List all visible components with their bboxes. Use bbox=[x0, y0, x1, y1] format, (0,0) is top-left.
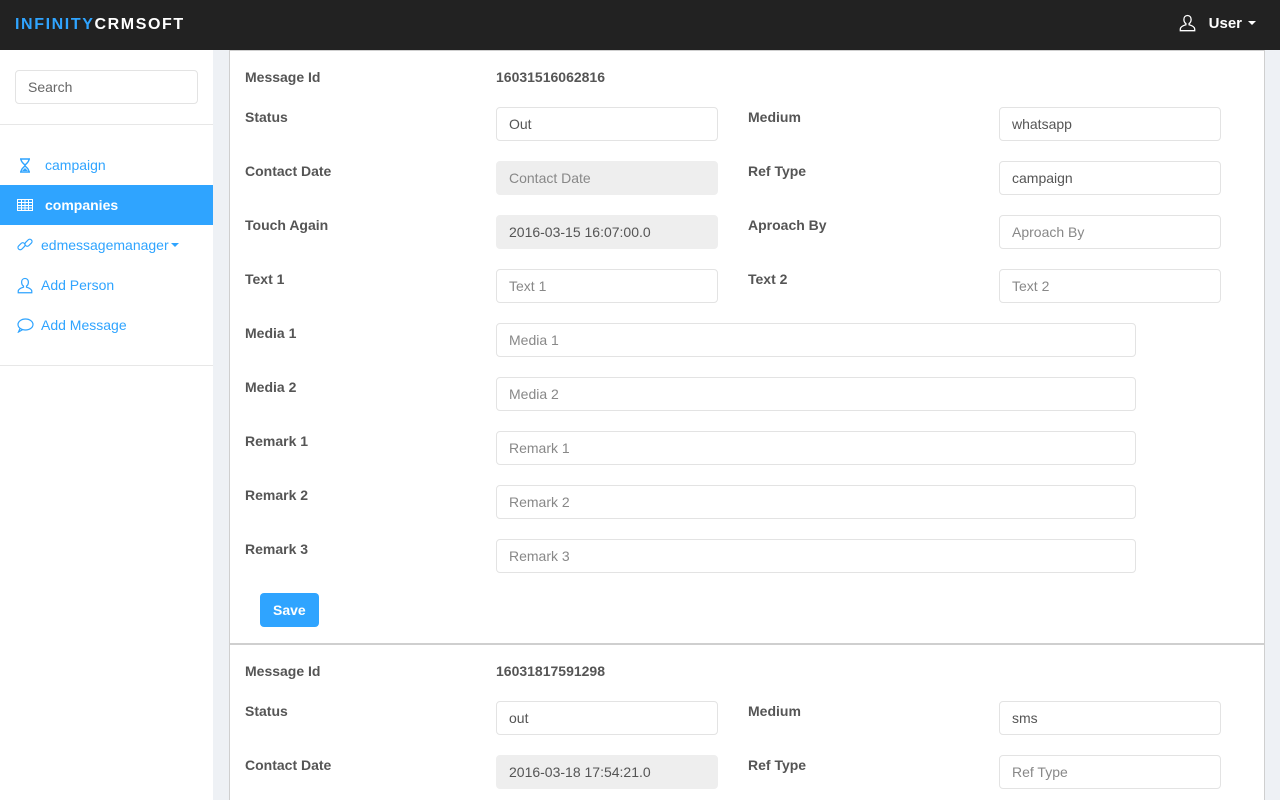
save-button[interactable]: Save bbox=[260, 593, 319, 627]
sidebar-item-add-person[interactable]: Add Person bbox=[0, 265, 213, 305]
aproach-by-input[interactable] bbox=[999, 215, 1221, 249]
chevron-down-icon bbox=[1248, 21, 1256, 25]
sidebar-nav: campaign companies edmessagemanager Add … bbox=[0, 125, 213, 366]
table-icon bbox=[15, 199, 35, 211]
message-id-value: 16031817591298 bbox=[496, 663, 606, 679]
user-icon bbox=[15, 277, 35, 294]
aproach-by-label: Aproach By bbox=[748, 217, 827, 233]
sidebar-item-add-message[interactable]: Add Message bbox=[0, 305, 213, 345]
text1-input[interactable] bbox=[496, 269, 718, 303]
sidebar-item-edmessagemanager[interactable]: edmessagemanager bbox=[0, 225, 213, 265]
sidebar: campaign companies edmessagemanager Add … bbox=[0, 50, 213, 800]
message-id-value: 16031516062816 bbox=[496, 69, 606, 85]
medium-label: Medium bbox=[748, 109, 801, 125]
contact-date-input[interactable] bbox=[496, 161, 718, 195]
main-content: Message Id 16031516062816 Status Medium … bbox=[229, 50, 1265, 800]
remark2-input[interactable] bbox=[496, 485, 1136, 519]
sidebar-item-campaign[interactable]: campaign bbox=[0, 145, 213, 185]
remark3-label: Remark 3 bbox=[245, 541, 309, 557]
contact-date-label: Contact Date bbox=[245, 163, 332, 179]
message-id-label: Message Id bbox=[245, 69, 321, 85]
text1-label: Text 1 bbox=[245, 271, 285, 287]
top-navbar: INFINITYCRMSOFT User bbox=[0, 0, 1280, 50]
text2-input[interactable] bbox=[999, 269, 1221, 303]
sidebar-item-label: edmessagemanager bbox=[41, 237, 169, 253]
media2-label: Media 2 bbox=[245, 379, 297, 395]
sidebar-item-label: Add Person bbox=[41, 277, 115, 293]
contact-date-label: Contact Date bbox=[245, 757, 332, 773]
message-record: Message Id 16031516062816 Status Medium … bbox=[230, 51, 1264, 643]
status-label: Status bbox=[245, 703, 288, 719]
sidebar-item-companies[interactable]: companies bbox=[0, 185, 213, 225]
status-input[interactable] bbox=[496, 701, 718, 735]
media1-label: Media 1 bbox=[245, 325, 297, 341]
brand-part1: INFINITY bbox=[15, 16, 95, 33]
contact-date-input[interactable] bbox=[496, 755, 718, 789]
ref-type-input[interactable] bbox=[999, 161, 1221, 195]
user-menu[interactable]: User bbox=[1179, 14, 1256, 32]
ref-type-label: Ref Type bbox=[748, 757, 807, 773]
ref-type-label: Ref Type bbox=[748, 163, 807, 179]
hourglass-icon bbox=[15, 157, 35, 173]
media1-input[interactable] bbox=[496, 323, 1136, 357]
chevron-down-icon bbox=[170, 243, 179, 247]
medium-input[interactable] bbox=[999, 701, 1221, 735]
remark1-input[interactable] bbox=[496, 431, 1136, 465]
sidebar-item-label: campaign bbox=[45, 157, 106, 173]
medium-label: Medium bbox=[748, 703, 801, 719]
sidebar-item-label: companies bbox=[45, 197, 119, 213]
sidebar-item-label: Add Message bbox=[41, 317, 127, 333]
remark1-label: Remark 1 bbox=[245, 433, 309, 449]
touch-again-label: Touch Again bbox=[245, 217, 329, 233]
brand-logo[interactable]: INFINITYCRMSOFT bbox=[15, 16, 185, 34]
comment-icon bbox=[15, 317, 35, 333]
message-id-label: Message Id bbox=[245, 663, 321, 679]
remark3-input[interactable] bbox=[496, 539, 1136, 573]
text2-label: Text 2 bbox=[748, 271, 788, 287]
status-input[interactable] bbox=[496, 107, 718, 141]
status-label: Status bbox=[245, 109, 288, 125]
sidebar-search-container bbox=[0, 50, 213, 125]
search-input[interactable] bbox=[15, 70, 198, 104]
user-icon bbox=[1179, 14, 1195, 32]
medium-input[interactable] bbox=[999, 107, 1221, 141]
remark2-label: Remark 2 bbox=[245, 487, 309, 503]
brand-part2: CRMSOFT bbox=[94, 16, 185, 33]
ref-type-input[interactable] bbox=[999, 755, 1221, 789]
touch-again-input[interactable] bbox=[496, 215, 718, 249]
message-record: Message Id 16031817591298 Status Medium … bbox=[230, 643, 1264, 800]
link-icon bbox=[15, 237, 35, 253]
user-label: User bbox=[1208, 14, 1242, 32]
media2-input[interactable] bbox=[496, 377, 1136, 411]
